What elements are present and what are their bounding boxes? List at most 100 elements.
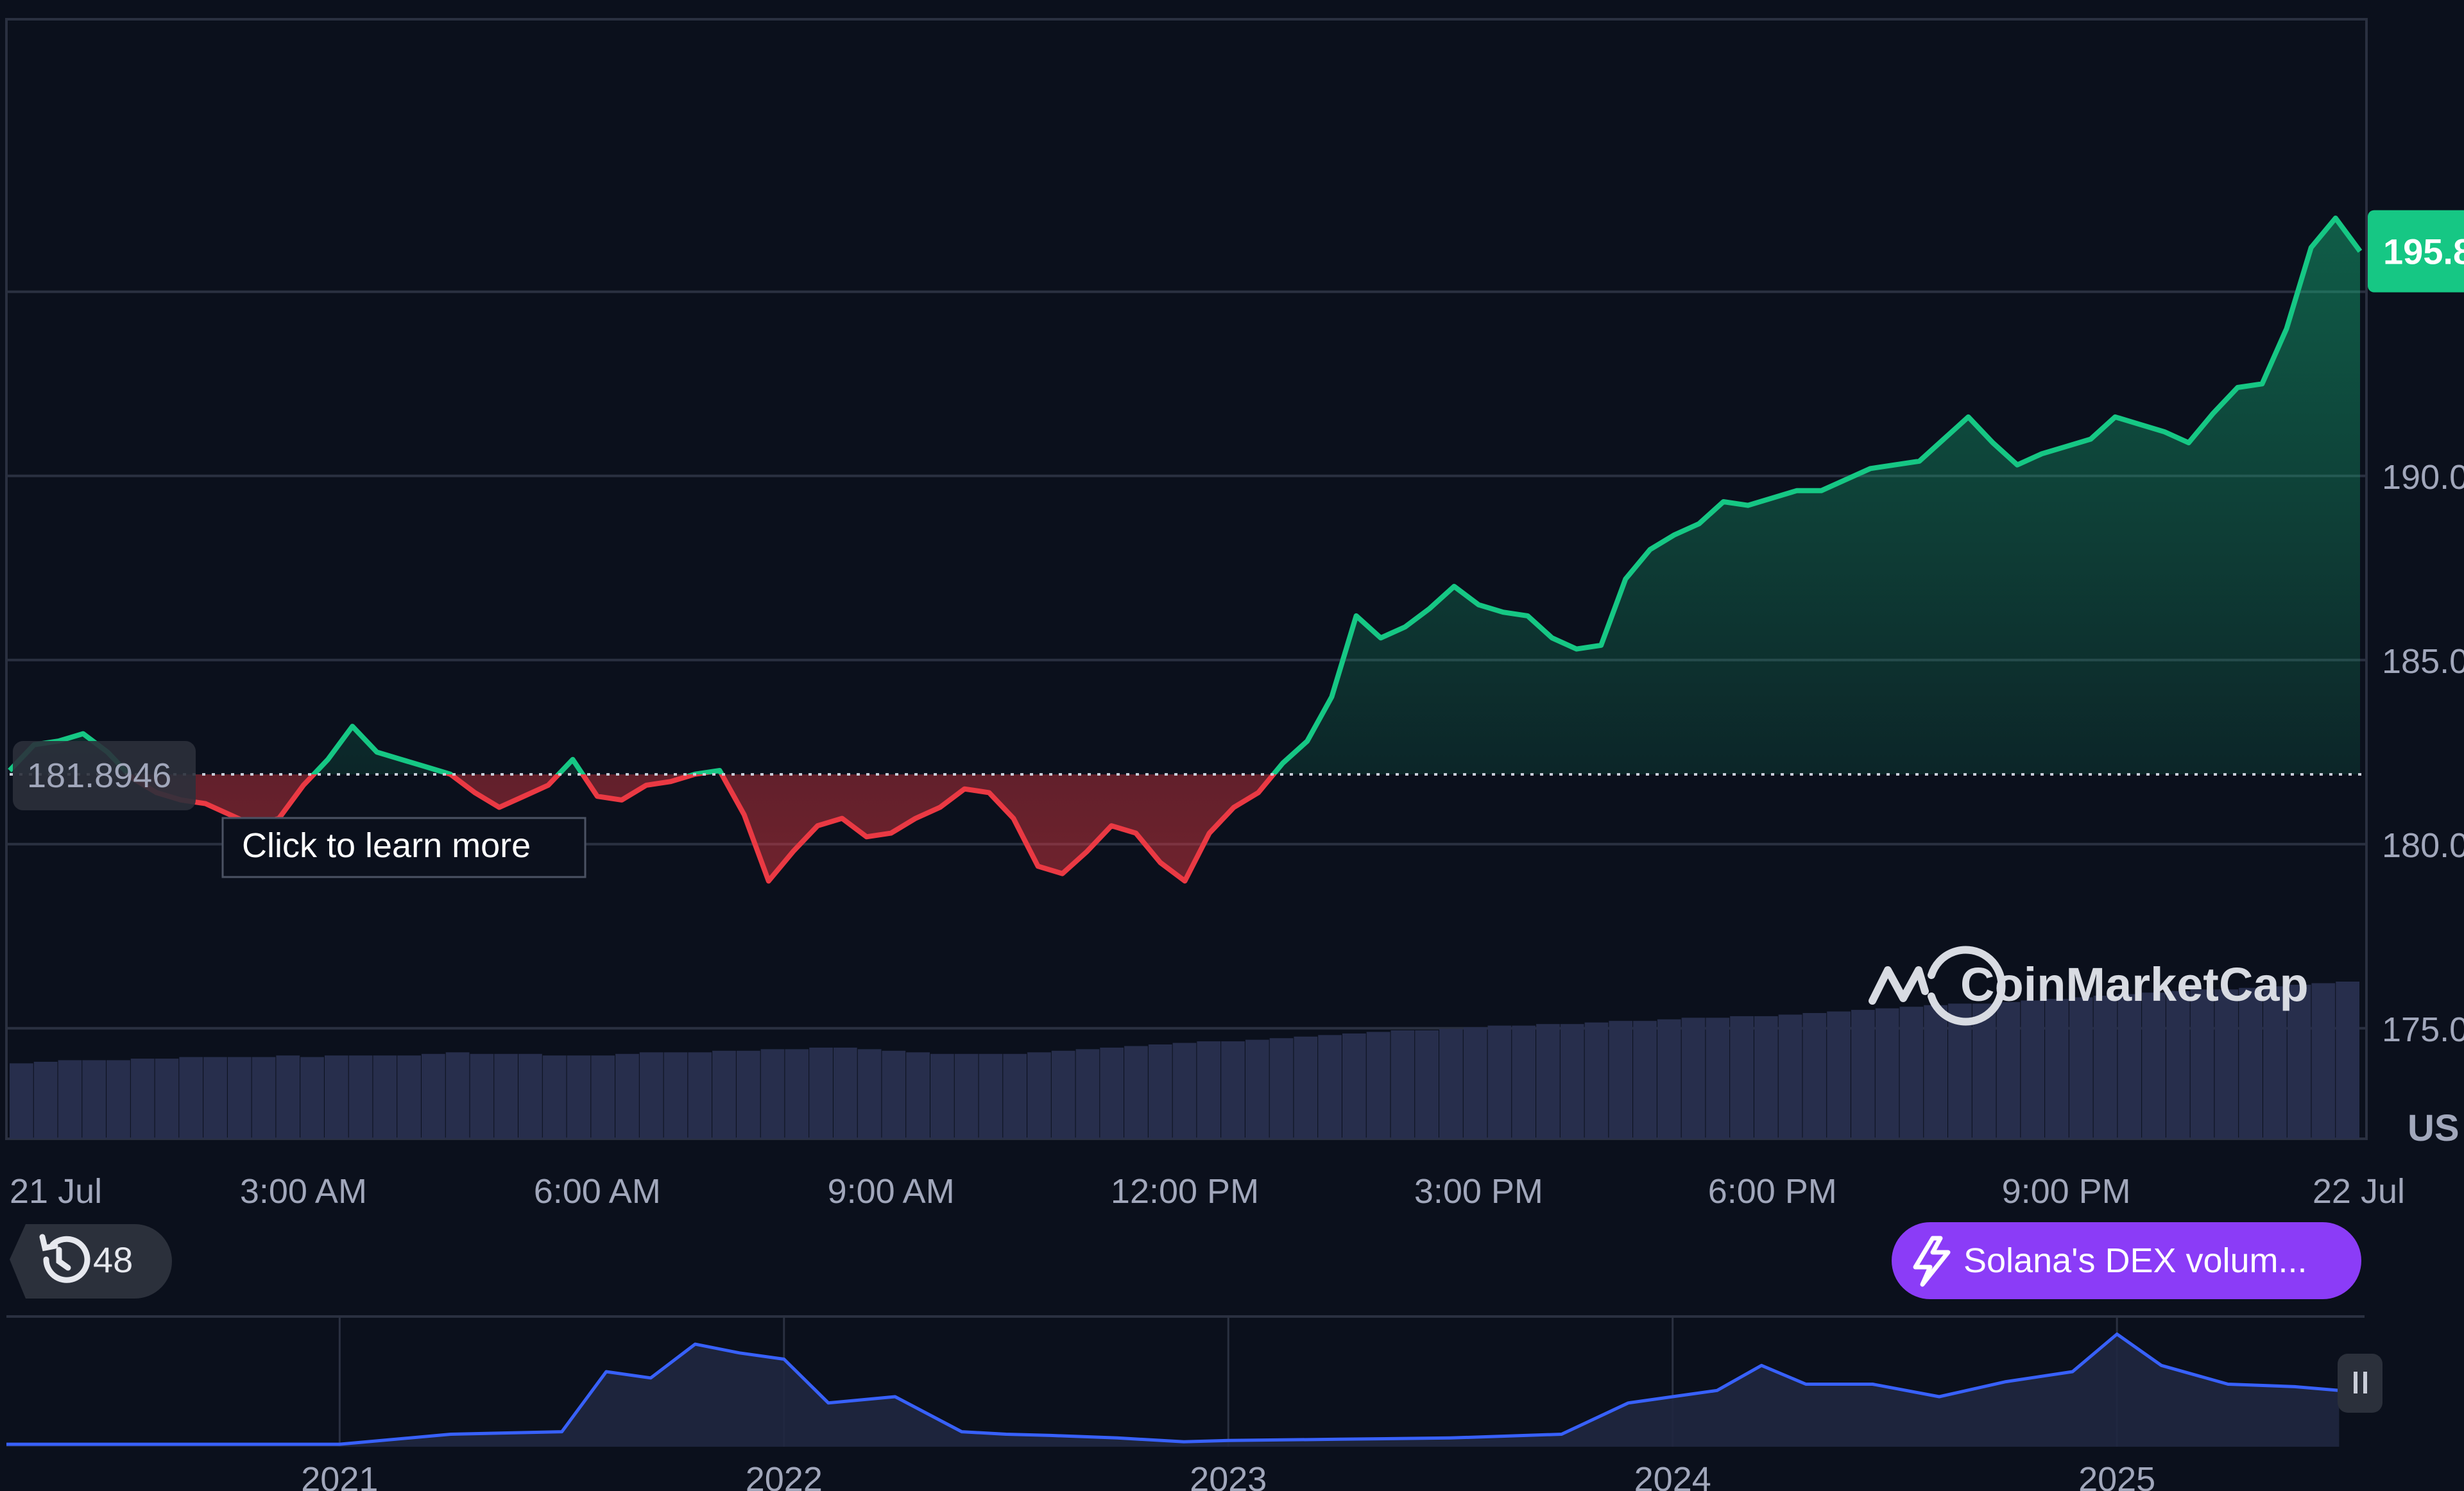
x-tick-label: 6:00 AM (534, 1172, 661, 1211)
volume-bar (2214, 989, 2239, 1139)
volume-bar (1754, 1016, 1778, 1139)
volume-bar (1221, 1041, 1245, 1139)
overview-year-label: 2021 (301, 1460, 378, 1491)
overview-year-label: 2024 (1634, 1460, 1711, 1491)
volume-bar (1875, 1008, 1899, 1139)
baseline-badge[interactable]: 181.8946 (13, 741, 196, 811)
volume-bar (833, 1047, 857, 1139)
volume-bar (276, 1055, 300, 1139)
volume-bar (1487, 1025, 1512, 1139)
volume-bar (227, 1057, 252, 1139)
volume-bar (1827, 1011, 1851, 1139)
volume-bar (1390, 1030, 1415, 1139)
overview-year-label: 2025 (2078, 1460, 2155, 1491)
volume-bar (930, 1053, 954, 1139)
volume-bar (1027, 1052, 1051, 1139)
volume-bar (179, 1057, 203, 1139)
current-price-tag: 195.8 (2368, 210, 2464, 293)
watermark-text: CoinMarketCap (1960, 958, 2309, 1011)
volume-bar (348, 1055, 373, 1139)
volume-bar (1681, 1018, 1706, 1139)
volume-bar (1366, 1032, 1390, 1139)
current-price-label: 195.8 (2383, 232, 2464, 272)
volume-bar (1269, 1038, 1294, 1139)
volume-bar (736, 1050, 760, 1139)
volume-bar (470, 1053, 494, 1139)
volume-bar (688, 1052, 712, 1139)
volume-bar (857, 1049, 882, 1139)
volume-bar (252, 1057, 276, 1139)
news-pill[interactable]: Solana's DEX volum... (1892, 1222, 2361, 1299)
volume-bar (373, 1055, 397, 1139)
volume-bar (760, 1049, 785, 1139)
volume-bar (1342, 1033, 1366, 1139)
volume-bar (1075, 1049, 1100, 1139)
x-tick-label: 9:00 AM (828, 1172, 955, 1211)
volume-bar (2069, 997, 2093, 1139)
x-tick-label: 3:00 PM (1414, 1172, 1543, 1211)
volume-bar (1657, 1019, 1681, 1139)
price-chart[interactable]: 175.0 180.0 185.0 190.0 181.8946 195.8 Clic… (0, 0, 2464, 1491)
overview-year-labels: 2021 2022 2023 2024 2025 (301, 1460, 2155, 1491)
volume-bar (1294, 1036, 1318, 1139)
overview-chart[interactable]: 2021 2022 2023 2024 2025 (6, 1315, 2383, 1491)
volume-bar (1148, 1044, 1172, 1139)
learn-more-tooltip[interactable]: Click to learn more (221, 817, 586, 878)
volume-bar (542, 1055, 567, 1139)
volume-bar (494, 1053, 518, 1139)
volume-bar (1924, 1005, 1948, 1139)
history-badge[interactable]: 48 (10, 1224, 172, 1299)
y-tick-label: 180.0 (2382, 826, 2464, 865)
overview-year-label: 2022 (746, 1460, 823, 1491)
volume-bar (82, 1060, 107, 1139)
volume-bar (2045, 998, 2069, 1139)
volume-bar (979, 1053, 1003, 1139)
volume-bar (2166, 991, 2190, 1139)
volume-bar (2336, 982, 2359, 1139)
volume-bar (1706, 1018, 1730, 1139)
volume-bar (1463, 1027, 1487, 1139)
news-pill-text: Solana's DEX volum... (1964, 1241, 2307, 1280)
volume-bar (130, 1059, 155, 1139)
volume-bar (10, 1063, 33, 1139)
volume-bar (1633, 1021, 1657, 1139)
volume-bar (2311, 983, 2336, 1139)
volume-bar (785, 1049, 809, 1139)
x-tick-label: 22 Jul (2313, 1172, 2405, 1211)
volume-bar (203, 1057, 227, 1139)
volume-bar (1536, 1024, 1560, 1139)
volume-bar (712, 1050, 736, 1139)
x-tick-label: 6:00 PM (1708, 1172, 1837, 1211)
learn-more-text: Click to learn more (242, 826, 531, 865)
overview-area (6, 1334, 2340, 1447)
y-tick-label: 185.0 (2382, 642, 2464, 681)
currency-label: US (2408, 1107, 2460, 1149)
volume-bar (954, 1053, 979, 1139)
volume-bar (1609, 1021, 1633, 1139)
volume-bar (2093, 996, 2118, 1139)
overview-handle[interactable] (2338, 1354, 2383, 1413)
volume-bar (1996, 1001, 2021, 1139)
baseline-value: 181.8946 (27, 756, 171, 795)
volume-bar (1415, 1030, 1439, 1139)
volume-bar (1124, 1046, 1148, 1139)
volume-bar (882, 1050, 906, 1139)
x-tick-label: 9:00 PM (2002, 1172, 2131, 1211)
volume-bar (1512, 1025, 1536, 1139)
volume-bar (518, 1053, 542, 1139)
volume-bar (397, 1055, 421, 1139)
volume-bar (639, 1052, 663, 1139)
volume-bar (2142, 993, 2166, 1139)
volume-bar (1802, 1013, 1827, 1139)
y-axis-labels: 175.0 180.0 185.0 190.0 (2382, 458, 2464, 1049)
volume-bar (1318, 1035, 1342, 1139)
volume-bar (1899, 1007, 1924, 1139)
volume-bar (1245, 1039, 1269, 1139)
x-tick-label: 21 Jul (10, 1172, 102, 1211)
volume-bar (1778, 1014, 1802, 1139)
volume-bar (1197, 1041, 1221, 1139)
volume-bar (421, 1053, 445, 1139)
volume-bar (1100, 1047, 1124, 1139)
volume-bar (107, 1060, 130, 1139)
volume-bar (1051, 1050, 1075, 1139)
